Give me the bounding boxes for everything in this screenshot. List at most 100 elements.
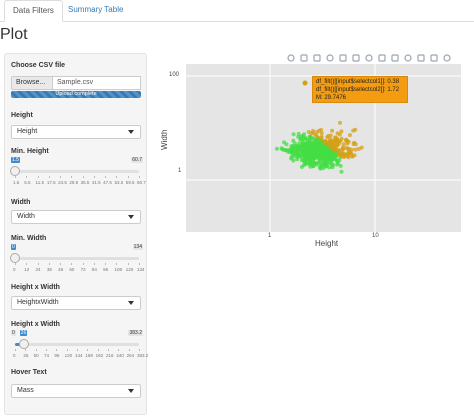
slider-tick-label: 41.5 [91, 180, 101, 185]
min-width-label: Min. Width [11, 235, 47, 242]
page-title: Plot [0, 26, 28, 43]
slider-tick [139, 349, 140, 351]
slider-tick-label: 60 [69, 267, 75, 272]
tab-summary-table[interactable]: Summary Table [60, 0, 131, 22]
slider-tick-label: 0 [13, 267, 16, 272]
slider-tick [15, 263, 16, 265]
slider-tick-label: 264 [126, 353, 135, 358]
slider-tick [127, 263, 129, 265]
height-select-label: Height [11, 112, 33, 119]
hover-text-select[interactable]: Mass [11, 384, 141, 398]
hxw-select[interactable]: HeightxWidth [11, 296, 141, 310]
hover-text-label: Hover Text [11, 369, 47, 376]
slider-max-badge: 60.7 [131, 157, 143, 163]
chevron-down-icon [128, 301, 134, 305]
slider-tick-label: 96 [54, 353, 60, 358]
slider-tick [118, 349, 120, 351]
autoscale-icon[interactable] [377, 53, 387, 63]
slider-track [15, 343, 139, 346]
slider-handle[interactable] [18, 339, 29, 349]
slider-tick-label: 48 [58, 267, 64, 272]
browse-button[interactable]: Browse... [11, 76, 53, 90]
tooltip-line: df_filt()[[input$selectcol1]]: 0.38 [316, 79, 400, 85]
chevron-down-icon [128, 215, 134, 219]
hxw-select-label: Height x Width [11, 284, 60, 291]
slider-tick [35, 349, 37, 351]
tab-bar: Data Filters Summary Table [0, 0, 474, 22]
slider-tick [128, 349, 130, 351]
slider-tick-label: 74 [44, 353, 50, 358]
slider-tick-label: 11.5 [35, 180, 44, 185]
spike-icon[interactable] [403, 53, 413, 63]
hxw-slider-label: Height x Width [11, 321, 60, 328]
hover-compare-icon[interactable] [429, 53, 439, 63]
slider-tick [82, 176, 84, 178]
slider-tick [37, 176, 39, 178]
x-tick-label: 1 [268, 233, 272, 239]
slider-tick-label: 168 [85, 353, 93, 358]
min-width-slider[interactable]: 0134001224364860728496108120134 [10, 244, 145, 272]
slider-tick [116, 176, 118, 178]
tooltip-line: df_filt()[[input$selectcol2]]: 1.72 [316, 87, 400, 93]
slider-handle[interactable] [10, 253, 20, 263]
hxw-range-slider[interactable]: 0 383.2 26 0 26 50 74 96 120 144 168 192 216 240 264 38… [11, 330, 148, 358]
zoom-out-icon[interactable] [364, 53, 374, 63]
hover-tooltip: df_filt()[[input$selectcol1]]: 0.38 df_f… [312, 76, 408, 103]
slider-tick [37, 263, 39, 265]
slider-tick [87, 349, 89, 351]
x-axis-title: Height [315, 239, 339, 248]
slider-tick-label: 108 [114, 267, 122, 272]
slider-tick-label: 24 [35, 267, 41, 272]
sidebar-panel: Choose CSV file Browse... Sample.csv Upl… [4, 53, 148, 415]
slider-tick [108, 349, 109, 351]
slider-tick [60, 263, 62, 265]
lasso-icon[interactable] [338, 53, 348, 63]
slider-track [15, 170, 139, 173]
slider-tick-label: 0 [13, 353, 16, 358]
height-select[interactable]: Height [11, 125, 141, 139]
slider-tick [15, 176, 16, 178]
chevron-down-icon [128, 389, 134, 393]
slider-tick-label: 59.5 [125, 180, 135, 185]
chevron-down-icon [128, 130, 134, 134]
slider-tick [71, 176, 73, 178]
box-select-icon[interactable] [325, 53, 335, 63]
slider-handle[interactable] [10, 166, 20, 176]
slider-tick-label: 216 [106, 353, 114, 358]
slider-tick-label: 23.5 [58, 180, 67, 185]
slider-tick-label: 1.5 [13, 180, 20, 185]
home-icon[interactable] [390, 53, 400, 63]
slider-tick [139, 263, 140, 265]
slider-tick-label: 192 [95, 353, 104, 358]
slider-tick-label: 5.5 [24, 180, 31, 185]
tab-data-filters[interactable]: Data Filters [4, 0, 63, 22]
zoom-icon[interactable] [299, 53, 309, 63]
slider-tick-label: 72 [80, 267, 86, 272]
slider-ticks [15, 176, 140, 178]
width-select-label: Width [11, 199, 31, 206]
hover-closest-icon[interactable] [416, 53, 426, 63]
slider-tick-label: 240 [116, 353, 124, 358]
file-name-field: Sample.csv [53, 76, 141, 90]
slider-ticks [15, 263, 140, 265]
slider-value-badge: 1.5 [11, 157, 20, 163]
zoom-in-icon[interactable] [351, 53, 361, 63]
pan-icon[interactable] [312, 53, 322, 63]
slider-tick [48, 263, 50, 265]
min-height-slider[interactable]: 1.560.71.51.55.511.517.523.529.535.541.5… [10, 157, 146, 185]
slider-tick-label: 17.5 [46, 180, 56, 185]
tooltip-line: M: 29.7476 [316, 95, 347, 101]
upload-progress-bar: Upload complete [11, 91, 141, 98]
plotly-logo-icon[interactable] [442, 53, 452, 63]
slider-tick [105, 263, 107, 265]
width-select[interactable]: Width [11, 210, 141, 224]
slider-value-badge: 0 [11, 244, 16, 250]
slider-tick [77, 349, 78, 351]
slider-tick [93, 263, 95, 265]
slider-tick [66, 349, 68, 351]
slider-tick [48, 176, 50, 178]
slider-tick [93, 176, 95, 178]
slider-tick-label: 35.5 [80, 180, 90, 185]
camera-icon[interactable] [286, 53, 296, 63]
slider-tick-label: 96 [103, 267, 109, 272]
